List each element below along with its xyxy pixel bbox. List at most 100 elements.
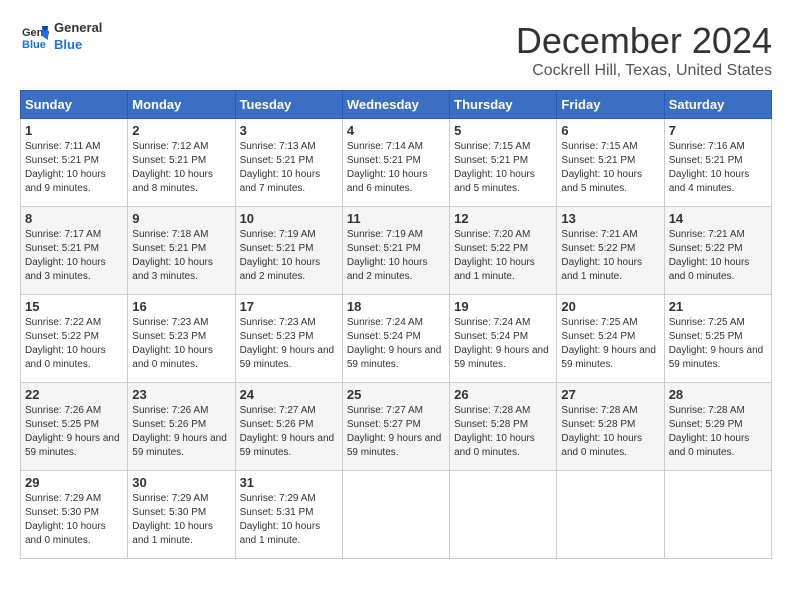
day-number: 30 [132,475,230,490]
calendar-cell [342,471,449,559]
day-info: Sunrise: 7:28 AMSunset: 5:28 PMDaylight:… [561,404,659,460]
calendar-cell [450,471,557,559]
page-header: General Blue General Blue December 2024 … [20,20,772,80]
calendar-cell: 13 Sunrise: 7:21 AMSunset: 5:22 PMDayligh… [557,207,664,295]
day-info: Sunrise: 7:16 AMSunset: 5:21 PMDaylight:… [669,140,767,196]
day-info: Sunrise: 7:29 AMSunset: 5:30 PMDaylight:… [25,492,123,548]
calendar-cell: 23 Sunrise: 7:26 AMSunset: 5:26 PMDayligh… [128,383,235,471]
day-info: Sunrise: 7:21 AMSunset: 5:22 PMDaylight:… [669,228,767,284]
calendar-cell: 10Sunrise: 7:19 AMSunset: 5:21 PMDayligh… [235,207,342,295]
day-number: 9 [132,211,230,226]
day-info: Sunrise: 7:19 AMSunset: 5:21 PMDaylight:… [347,228,445,284]
calendar-cell: 14Sunrise: 7:21 AMSunset: 5:22 PMDayligh… [664,207,771,295]
weekday-header: Sunday [21,91,128,119]
day-info: Sunrise: 7:14 AMSunset: 5:21 PMDaylight:… [347,140,445,196]
day-number: 2 [132,123,230,138]
calendar-cell: 1 Sunrise: 7:11 AMSunset: 5:21 PMDaylight… [21,119,128,207]
day-info: Sunrise: 7:29 AMSunset: 5:30 PMDaylight:… [132,492,230,548]
logo: General Blue General Blue [20,20,102,54]
weekday-header: Friday [557,91,664,119]
month-title: December 2024 [516,20,772,62]
day-number: 3 [240,123,338,138]
calendar-cell: 4 Sunrise: 7:14 AMSunset: 5:21 PMDaylight… [342,119,449,207]
calendar-cell: 15 Sunrise: 7:22 AMSunset: 5:22 PMDayligh… [21,295,128,383]
day-number: 8 [25,211,123,226]
calendar-cell [664,471,771,559]
day-number: 28 [669,387,767,402]
day-info: Sunrise: 7:27 AMSunset: 5:26 PMDaylight:… [240,404,338,460]
day-info: Sunrise: 7:18 AMSunset: 5:21 PMDaylight:… [132,228,230,284]
calendar-week-row: 8Sunrise: 7:17 AMSunset: 5:21 PMDaylight… [21,207,772,295]
day-number: 29 [25,475,123,490]
day-info: Sunrise: 7:24 AMSunset: 5:24 PMDaylight:… [347,316,445,372]
day-number: 22 [25,387,123,402]
logo-text: General Blue [54,20,102,54]
location: Cockrell Hill, Texas, United States [516,62,772,80]
day-info: Sunrise: 7:11 AMSunset: 5:21 PMDaylight:… [25,140,123,196]
day-number: 23 [132,387,230,402]
day-number: 15 [25,299,123,314]
calendar-cell: 20 Sunrise: 7:25 AMSunset: 5:24 PMDayligh… [557,295,664,383]
logo-icon: General Blue [20,22,50,52]
day-number: 20 [561,299,659,314]
calendar-cell: 3 Sunrise: 7:13 AMSunset: 5:21 PMDaylight… [235,119,342,207]
weekday-header: Saturday [664,91,771,119]
day-info: Sunrise: 7:26 AMSunset: 5:25 PMDaylight:… [25,404,123,460]
calendar-table: SundayMondayTuesdayWednesdayThursdayFrid… [20,90,772,559]
day-number: 6 [561,123,659,138]
day-number: 18 [347,299,445,314]
day-number: 16 [132,299,230,314]
title-block: December 2024 Cockrell Hill, Texas, Unit… [516,20,772,80]
day-number: 13 [561,211,659,226]
day-number: 1 [25,123,123,138]
calendar-cell: 21Sunrise: 7:25 AMSunset: 5:25 PMDayligh… [664,295,771,383]
calendar-cell: 19Sunrise: 7:24 AMSunset: 5:24 PMDayligh… [450,295,557,383]
calendar-cell: 2 Sunrise: 7:12 AMSunset: 5:21 PMDaylight… [128,119,235,207]
day-number: 27 [561,387,659,402]
day-info: Sunrise: 7:27 AMSunset: 5:27 PMDaylight:… [347,404,445,460]
weekday-header: Wednesday [342,91,449,119]
day-number: 17 [240,299,338,314]
calendar-cell: 30 Sunrise: 7:29 AMSunset: 5:30 PMDayligh… [128,471,235,559]
day-info: Sunrise: 7:22 AMSunset: 5:22 PMDaylight:… [25,316,123,372]
calendar-cell: 31Sunrise: 7:29 AMSunset: 5:31 PMDayligh… [235,471,342,559]
svg-text:Blue: Blue [22,39,46,51]
calendar-cell: 22 Sunrise: 7:26 AMSunset: 5:25 PMDayligh… [21,383,128,471]
calendar-cell: 26Sunrise: 7:28 AMSunset: 5:28 PMDayligh… [450,383,557,471]
calendar-cell: 29 Sunrise: 7:29 AMSunset: 5:30 PMDayligh… [21,471,128,559]
day-info: Sunrise: 7:25 AMSunset: 5:24 PMDaylight:… [561,316,659,372]
day-number: 19 [454,299,552,314]
calendar-cell: 5 Sunrise: 7:15 AMSunset: 5:21 PMDaylight… [450,119,557,207]
day-number: 24 [240,387,338,402]
calendar-week-row: 29 Sunrise: 7:29 AMSunset: 5:30 PMDayligh… [21,471,772,559]
day-info: Sunrise: 7:13 AMSunset: 5:21 PMDaylight:… [240,140,338,196]
day-info: Sunrise: 7:28 AMSunset: 5:29 PMDaylight:… [669,404,767,460]
calendar-cell: 18 Sunrise: 7:24 AMSunset: 5:24 PMDayligh… [342,295,449,383]
calendar-cell: 11Sunrise: 7:19 AMSunset: 5:21 PMDayligh… [342,207,449,295]
day-number: 26 [454,387,552,402]
day-number: 4 [347,123,445,138]
weekday-header: Monday [128,91,235,119]
day-info: Sunrise: 7:26 AMSunset: 5:26 PMDaylight:… [132,404,230,460]
calendar-cell: 24 Sunrise: 7:27 AMSunset: 5:26 PMDayligh… [235,383,342,471]
calendar-cell: 27 Sunrise: 7:28 AMSunset: 5:28 PMDayligh… [557,383,664,471]
day-info: Sunrise: 7:23 AMSunset: 5:23 PMDaylight:… [240,316,338,372]
day-info: Sunrise: 7:15 AMSunset: 5:21 PMDaylight:… [454,140,552,196]
day-info: Sunrise: 7:23 AMSunset: 5:23 PMDaylight:… [132,316,230,372]
calendar-cell: 17 Sunrise: 7:23 AMSunset: 5:23 PMDayligh… [235,295,342,383]
day-info: Sunrise: 7:12 AMSunset: 5:21 PMDaylight:… [132,140,230,196]
calendar-cell: 28 Sunrise: 7:28 AMSunset: 5:29 PMDayligh… [664,383,771,471]
calendar-cell: 6 Sunrise: 7:15 AMSunset: 5:21 PMDaylight… [557,119,664,207]
calendar-week-row: 22 Sunrise: 7:26 AMSunset: 5:25 PMDayligh… [21,383,772,471]
day-number: 21 [669,299,767,314]
calendar-header-row: SundayMondayTuesdayWednesdayThursdayFrid… [21,91,772,119]
day-info: Sunrise: 7:20 AMSunset: 5:22 PMDaylight:… [454,228,552,284]
calendar-cell: 8Sunrise: 7:17 AMSunset: 5:21 PMDaylight… [21,207,128,295]
day-info: Sunrise: 7:21 AMSunset: 5:22 PMDaylight:… [561,228,659,284]
day-number: 5 [454,123,552,138]
calendar-cell: 12Sunrise: 7:20 AMSunset: 5:22 PMDayligh… [450,207,557,295]
day-number: 31 [240,475,338,490]
day-number: 25 [347,387,445,402]
day-number: 10 [240,211,338,226]
day-info: Sunrise: 7:15 AMSunset: 5:21 PMDaylight:… [561,140,659,196]
